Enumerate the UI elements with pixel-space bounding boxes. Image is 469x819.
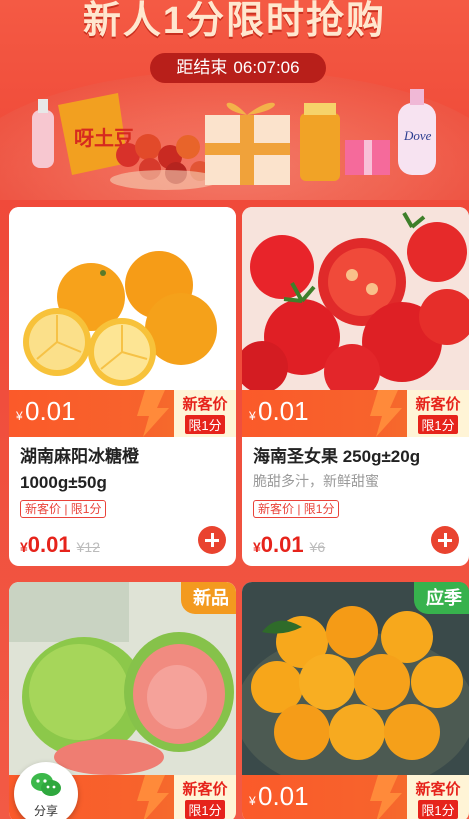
- tag-line2: 限1分: [185, 415, 225, 434]
- new-customer-tag: 新客价 限1分: [174, 775, 236, 819]
- seasonal-corner-badge: 应季: [414, 582, 469, 614]
- banner-product-illustration: 呀土豆 Dove: [32, 89, 436, 190]
- wechat-icon: [31, 773, 61, 796]
- promo-price: 0.01: [258, 396, 309, 426]
- countdown-timer: 距结束 06:07:06: [150, 53, 326, 83]
- add-to-cart-button[interactable]: [198, 526, 226, 554]
- lightning-icon: [137, 775, 169, 819]
- tag-line1: 新客价: [415, 396, 461, 413]
- product-subtitle: 脆甜多汁，新鲜甜蜜: [253, 473, 379, 489]
- countdown-time: 06:07:06: [233, 58, 300, 77]
- original-price: ¥12: [76, 539, 100, 555]
- promo-banner: 新人1分限时抢购 距结束 06:07:06 呀土豆 Dove: [0, 0, 469, 200]
- tag-line1: 新客价: [415, 781, 461, 798]
- new-customer-tag: 新客价 限1分: [174, 390, 236, 437]
- lightning-icon: [137, 390, 169, 437]
- tag-line2: 限1分: [418, 415, 458, 434]
- new-customer-tag: 新客价 限1分: [407, 775, 469, 819]
- price-currency: ¥: [249, 409, 256, 423]
- promo-price: 0.01: [258, 781, 309, 811]
- tag-line2: 限1分: [185, 800, 225, 819]
- product-card[interactable]: ¥ 0.01 新客价 限1分 海南圣女果 250g±20g 脆甜多汁，新鲜甜蜜 …: [242, 207, 469, 566]
- countdown-label: 距结束: [176, 58, 228, 77]
- share-label: 分享: [33, 804, 58, 818]
- price-currency: ¥: [16, 409, 23, 423]
- price-band: ¥ 0.01 新客价 限1分: [9, 390, 236, 437]
- tag-line1: 新客价: [182, 781, 228, 798]
- price-band: ¥ 0.01 新客价 限1分: [242, 390, 469, 437]
- new-customer-tag: 新客价 限1分: [407, 390, 469, 437]
- price-band: ¥ 0.01 新客价 限1分: [242, 775, 469, 819]
- limit-badge: 新客价 | 限1分: [253, 500, 340, 518]
- price-value: 0.01: [260, 532, 304, 557]
- tag-line1: 新客价: [182, 396, 228, 413]
- product-image-oranges: [9, 207, 236, 390]
- add-to-cart-button[interactable]: [431, 526, 459, 554]
- product-card[interactable]: 应季 ¥ 0.01 新客价 限1分: [242, 582, 469, 819]
- tag-line2: 限1分: [418, 800, 458, 819]
- bottom-price: ¥0.01 ¥6: [253, 532, 325, 558]
- price-currency: ¥: [249, 794, 256, 808]
- bottom-price: ¥0.01 ¥12: [20, 532, 100, 558]
- share-button[interactable]: 分享: [14, 762, 78, 819]
- lightning-icon: [370, 775, 402, 819]
- product-image-cherry-tomatoes: [242, 207, 469, 390]
- limit-badge: 新客价 | 限1分: [20, 500, 107, 518]
- original-price: ¥6: [309, 539, 326, 555]
- svg-text:Dove: Dove: [403, 128, 432, 143]
- product-name[interactable]: 海南圣女果 250g±20g: [253, 444, 458, 470]
- product-name[interactable]: 湖南麻阳冰糖橙1000g±50g: [20, 444, 225, 496]
- price-currency: ¥: [20, 539, 28, 555]
- price-value: 0.01: [27, 532, 71, 557]
- price-currency: ¥: [253, 539, 261, 555]
- product-card[interactable]: ¥ 0.01 新客价 限1分 湖南麻阳冰糖橙1000g±50g 新客价 | 限1…: [9, 207, 236, 566]
- banner-title: 新人1分限时抢购: [82, 0, 387, 42]
- lightning-icon: [370, 390, 402, 437]
- new-product-corner-badge: 新品: [181, 582, 236, 614]
- promo-price: 0.01: [25, 396, 76, 426]
